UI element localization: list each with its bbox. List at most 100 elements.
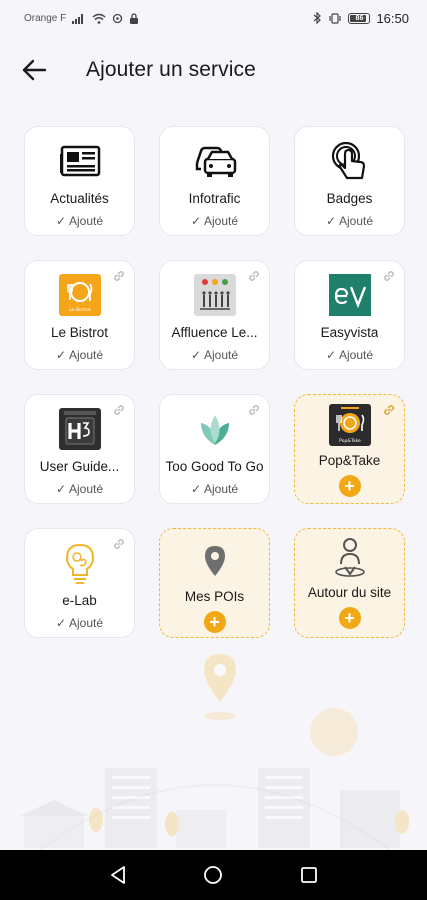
service-status: ✓ Ajouté — [326, 214, 373, 228]
service-tile-too-good-to-go[interactable]: Too Good To Go ✓ Ajouté — [159, 394, 270, 504]
service-name: Easyvista — [320, 325, 379, 340]
service-status: ✓ Ajouté — [191, 482, 238, 496]
city-illustration — [20, 654, 409, 850]
vibrate-icon — [329, 12, 342, 24]
battery-icon: 86 — [348, 12, 371, 24]
link-icon — [114, 405, 124, 415]
lock-icon — [130, 12, 139, 24]
service-tile-affluence[interactable]: Affluence Le... ✓ Ajouté — [159, 260, 270, 370]
service-name: User Guide... — [39, 459, 120, 474]
badge-tap-icon — [328, 139, 372, 183]
status-label: Ajouté — [204, 482, 239, 496]
cars-icon — [193, 139, 237, 183]
plus-icon: + — [209, 612, 220, 632]
check-icon: ✓ — [190, 214, 202, 228]
plus-icon: + — [344, 476, 355, 496]
nav-back-button[interactable] — [98, 855, 138, 895]
service-tile-le-bistrot[interactable]: Le Bistrot Le Bistrot ✓ Ajouté — [24, 260, 135, 370]
person-location-icon — [328, 535, 372, 579]
status-left: Orange F — [24, 13, 139, 24]
service-tile-pop-take[interactable]: Pop&Take Pop&Take + — [294, 394, 405, 504]
status-label: Ajouté — [69, 482, 104, 496]
user-guide-logo — [58, 407, 102, 451]
arrow-left-icon — [22, 59, 47, 81]
service-tile-badges[interactable]: Badges ✓ Ajouté — [294, 126, 405, 236]
link-icon — [114, 539, 124, 549]
check-icon: ✓ — [55, 482, 67, 496]
service-name: Mes POIs — [184, 589, 245, 604]
service-name: e-Lab — [62, 593, 97, 608]
check-icon: ✓ — [190, 348, 202, 362]
service-status: ✓ Ajouté — [191, 214, 238, 228]
status-bar: Orange F 86 16:50 — [0, 0, 427, 36]
service-name: Too Good To Go — [165, 459, 264, 474]
wifi-icon — [92, 13, 106, 24]
plus-icon: + — [344, 608, 355, 628]
pop-take-logo: Pop&Take — [328, 403, 372, 447]
status-label: Ajouté — [204, 348, 239, 362]
status-label: Ajouté — [69, 616, 104, 630]
link-icon — [114, 271, 124, 281]
service-tile-mes-pois[interactable]: Mes POIs + — [159, 528, 270, 638]
newspaper-icon — [58, 139, 102, 183]
carrier-label: Orange F — [24, 12, 67, 24]
page-title: Ajouter un service — [86, 58, 256, 81]
too-good-to-go-logo — [193, 407, 237, 451]
service-status: ✓ Ajouté — [56, 616, 103, 630]
check-icon: ✓ — [190, 482, 202, 496]
service-name: Badges — [326, 191, 373, 206]
check-icon: ✓ — [55, 214, 67, 228]
status-label: Ajouté — [339, 214, 374, 228]
battery-level: 86 — [355, 14, 364, 22]
service-tile-user-guide[interactable]: User Guide... ✓ Ajouté — [24, 394, 135, 504]
service-name: Infotrafic — [188, 191, 241, 206]
service-name: Autour du site — [307, 585, 392, 600]
signal-icon — [72, 13, 84, 24]
svg-text:Le Bistrot: Le Bistrot — [69, 307, 91, 313]
bluetooth-icon — [314, 12, 322, 24]
service-status: ✓ Ajouté — [56, 214, 103, 228]
system-nav-bar — [0, 850, 427, 900]
nav-recents-button[interactable] — [289, 855, 329, 895]
service-tile-e-lab[interactable]: e-Lab ✓ Ajouté — [24, 528, 135, 638]
sync-icon — [113, 13, 123, 23]
status-label: Ajouté — [69, 214, 104, 228]
service-grid: Actualités ✓ Ajouté Infotrafic ✓ Ajouté Ba… — [24, 126, 405, 638]
status-right: 86 16:50 — [313, 11, 409, 26]
service-name: Affluence Le... — [171, 325, 258, 340]
check-icon: ✓ — [325, 348, 337, 362]
check-icon: ✓ — [55, 348, 67, 362]
clock: 16:50 — [376, 10, 409, 26]
service-status: ✓ Ajouté — [56, 348, 103, 362]
circle-home-icon — [204, 866, 223, 884]
lightbulb-head-icon — [58, 541, 102, 585]
check-icon: ✓ — [55, 616, 67, 630]
easyvista-logo — [328, 273, 372, 317]
add-button[interactable]: + — [338, 607, 361, 629]
square-recents-icon — [301, 867, 318, 883]
status-label: Ajouté — [339, 348, 374, 362]
service-name: Actualités — [50, 191, 109, 206]
service-name: Le Bistrot — [50, 325, 109, 340]
add-button[interactable]: + — [338, 475, 361, 497]
add-button[interactable]: + — [203, 611, 226, 633]
nav-home-button[interactable] — [193, 855, 233, 895]
link-icon — [384, 405, 394, 415]
service-tile-actualites[interactable]: Actualités ✓ Ajouté — [24, 126, 135, 236]
status-label: Ajouté — [69, 348, 104, 362]
map-pin-icon — [193, 539, 237, 583]
back-button[interactable] — [9, 45, 59, 95]
svg-text:Pop&Take: Pop&Take — [339, 438, 361, 444]
service-status: ✓ Ajouté — [56, 482, 103, 496]
service-status: ✓ Ajouté — [326, 348, 373, 362]
service-name: Pop&Take — [318, 453, 381, 468]
service-tile-infotrafic[interactable]: Infotrafic ✓ Ajouté — [159, 126, 270, 236]
triangle-back-icon — [110, 866, 125, 884]
status-label: Ajouté — [204, 214, 239, 228]
link-icon — [249, 405, 259, 415]
service-tile-autour-du-site[interactable]: Autour du site + — [294, 528, 405, 638]
link-icon — [249, 271, 259, 281]
service-status: ✓ Ajouté — [191, 348, 238, 362]
service-tile-easyvista[interactable]: Easyvista ✓ Ajouté — [294, 260, 405, 370]
link-icon — [384, 271, 394, 281]
